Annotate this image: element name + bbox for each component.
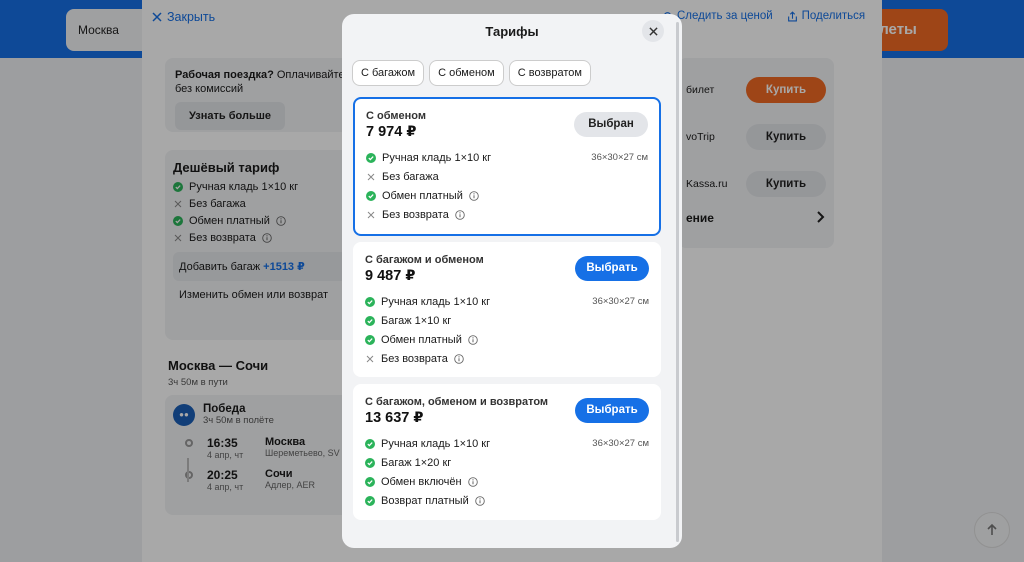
filter-with-return[interactable]: С возвратом [508, 60, 591, 86]
tariff-filters: С багажом С обменом С возвратом [352, 60, 591, 86]
check-circle-icon [365, 334, 375, 345]
tariff-choose-button[interactable]: Выбрать [575, 398, 649, 423]
hand-luggage-dims: 36×30×27 см [591, 152, 648, 163]
check-circle-icon [365, 296, 375, 307]
feature-row: Ручная кладь 1×10 кг 36×30×27 см [366, 148, 648, 167]
tariff-selected-button[interactable]: Выбран [574, 112, 648, 137]
tariff-card-baggage-exchange-return[interactable]: С багажом, обменом и возвратом 13 637 ₽ … [353, 384, 661, 520]
filter-with-exchange[interactable]: С обменом [429, 60, 504, 86]
feature-row: Ручная кладь 1×10 кг 36×30×27 см [365, 292, 649, 311]
cross-icon [366, 355, 374, 362]
close-icon [648, 26, 658, 36]
tariffs-modal: Тарифы С багажом С обменом С возвратом С… [342, 14, 682, 548]
feature-label: Без возврата [382, 208, 449, 221]
info-icon[interactable] [454, 353, 464, 364]
feature-row: Обмен включён [365, 472, 649, 491]
modal-close-button[interactable] [642, 20, 664, 42]
info-icon[interactable] [474, 495, 485, 506]
feature-row: Багаж 1×10 кг [365, 311, 649, 330]
feature-label: Багаж 1×10 кг [381, 314, 452, 327]
feature-label: Возврат платный [381, 494, 469, 507]
feature-row: Обмен платный [365, 330, 649, 349]
check-circle-icon [365, 457, 375, 468]
check-circle-icon [365, 438, 375, 449]
cross-icon [367, 173, 375, 180]
tariff-choose-button[interactable]: Выбрать [575, 256, 649, 281]
check-circle-icon [365, 495, 375, 506]
check-circle-icon [365, 476, 375, 487]
feature-label: Ручная кладь 1×10 кг [381, 295, 491, 308]
feature-label: Ручная кладь 1×10 кг [382, 151, 492, 164]
feature-label: Ручная кладь 1×10 кг [381, 437, 491, 450]
feature-label: Багаж 1×20 кг [381, 456, 452, 469]
tariff-card-baggage-exchange[interactable]: С багажом и обменом 9 487 ₽ Выбрать Ручн… [353, 242, 661, 377]
check-circle-icon [366, 152, 376, 163]
feature-label: Обмен платный [382, 189, 463, 202]
info-icon[interactable] [468, 334, 478, 345]
filter-with-baggage[interactable]: С багажом [352, 60, 425, 86]
feature-row: Без возврата [366, 205, 648, 224]
modal-title: Тарифы [485, 24, 539, 39]
feature-row: Без багажа [366, 167, 648, 186]
cross-icon [367, 211, 375, 218]
feature-label: Без багажа [382, 170, 439, 183]
info-icon[interactable] [469, 190, 479, 201]
feature-row: Ручная кладь 1×10 кг 36×30×27 см [365, 434, 649, 453]
info-icon[interactable] [455, 209, 465, 220]
hand-luggage-dims: 36×30×27 см [592, 438, 649, 449]
feature-label: Обмен платный [381, 333, 462, 346]
hand-luggage-dims: 36×30×27 см [592, 296, 649, 307]
modal-scrollbar[interactable] [676, 22, 679, 542]
feature-row: Обмен платный [366, 186, 648, 205]
feature-label: Обмен включён [381, 475, 462, 488]
check-circle-icon [366, 190, 376, 201]
info-icon[interactable] [467, 476, 478, 487]
check-circle-icon [365, 315, 375, 326]
tariff-card-exchange[interactable]: С обменом 7 974 ₽ Выбран Ручная кладь 1×… [353, 97, 661, 236]
feature-label: Без возврата [381, 352, 448, 365]
feature-row: Багаж 1×20 кг [365, 453, 649, 472]
feature-row: Возврат платный [365, 491, 649, 510]
feature-row: Без возврата [365, 349, 649, 368]
